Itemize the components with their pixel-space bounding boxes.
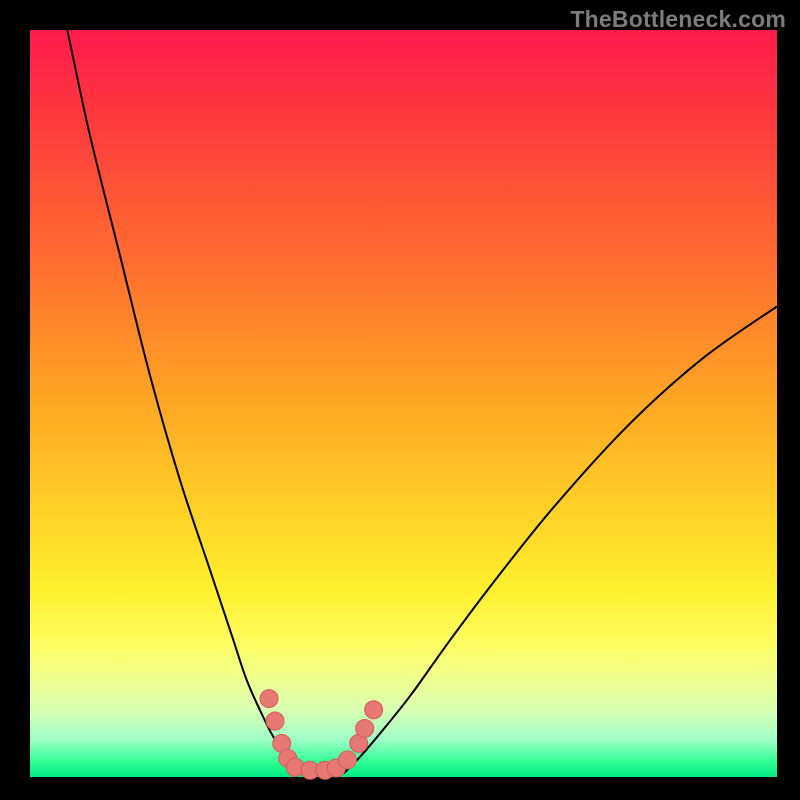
data-point	[266, 712, 284, 730]
chart-frame: TheBottleneck.com	[0, 0, 800, 800]
chart-svg	[0, 0, 800, 800]
data-point	[338, 751, 356, 769]
left-curve	[67, 30, 306, 773]
data-point	[365, 701, 383, 719]
data-point	[260, 690, 278, 708]
data-point	[356, 719, 374, 737]
right-curve	[344, 306, 777, 773]
points-group	[260, 690, 383, 780]
